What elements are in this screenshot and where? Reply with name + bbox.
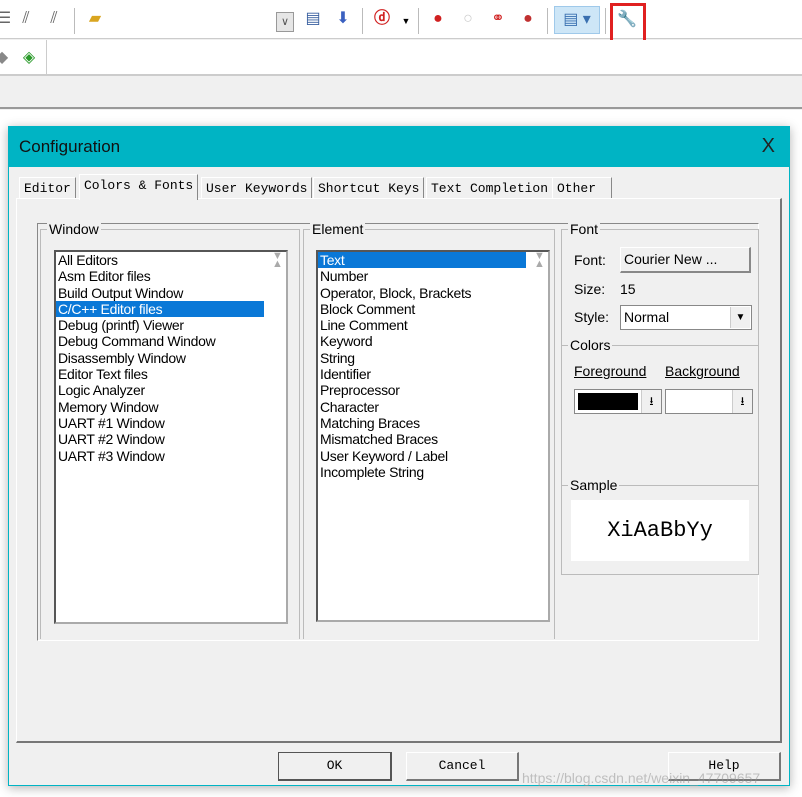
list-item[interactable]: UART #3 Window: [56, 448, 264, 464]
list-item[interactable]: Mismatched Braces: [318, 431, 526, 447]
window-list-scrollbar[interactable]: ▲ ▼: [269, 250, 286, 270]
background-color-picker[interactable]: ⭳: [665, 389, 753, 414]
style-select[interactable]: Normal ▼: [620, 305, 752, 330]
pack-installer-icon[interactable]: ◈: [19, 48, 39, 68]
size-value: 15: [620, 281, 636, 297]
list-item[interactable]: C/C++ Editor files: [56, 300, 264, 318]
list-item[interactable]: User Keyword / Label: [318, 448, 526, 464]
tab-user-keywords[interactable]: User Keywords: [201, 177, 313, 199]
list-item[interactable]: UART #2 Window: [56, 431, 264, 447]
foreground-label: Foreground: [574, 363, 647, 379]
dialog-title-bar: Configuration X: [9, 127, 789, 167]
tab-editor[interactable]: Editor: [19, 177, 76, 199]
watermark: https://blog.csdn.net/weixin_47709657: [522, 770, 761, 786]
element-list[interactable]: ▲ ▼ Text Number Operator, Block, Brackets Bl…: [316, 250, 550, 622]
dropdown-arrow-icon[interactable]: ⭳: [641, 390, 661, 413]
sample-group-label: Sample: [568, 477, 620, 493]
list-item[interactable]: Incomplete String: [318, 464, 526, 480]
breakpoint-icon[interactable]: ●: [428, 9, 448, 29]
list-item[interactable]: Number: [318, 268, 526, 284]
dropdown-icon[interactable]: ∨: [276, 12, 294, 32]
editor-tab-strip: [0, 77, 802, 109]
style-label: Style:: [574, 309, 610, 325]
chevron-down-icon[interactable]: ▼: [730, 307, 750, 328]
list-item[interactable]: Keyword: [318, 333, 526, 349]
find-icon[interactable]: ⬇: [333, 9, 353, 29]
cancel-button[interactable]: Cancel: [406, 752, 519, 781]
manage-components-icon[interactable]: ◆: [0, 48, 12, 68]
list-item[interactable]: Disassembly Window: [56, 350, 264, 366]
list-item[interactable]: Asm Editor files: [56, 268, 264, 284]
ok-button[interactable]: OK: [278, 752, 392, 781]
dialog-title: Configuration: [19, 137, 121, 156]
background-swatch: [669, 393, 729, 410]
tab-text-completion[interactable]: Text Completion: [426, 177, 554, 199]
element-group-label: Element: [310, 221, 366, 237]
element-list-scrollbar[interactable]: ▲ ▼: [531, 250, 548, 270]
dropdown-arrow-icon[interactable]: ⭳: [732, 390, 752, 413]
disable-breakpoint-icon[interactable]: ○: [458, 9, 478, 29]
foreground-swatch: [578, 393, 638, 410]
list-item[interactable]: Matching Braces: [318, 415, 526, 431]
font-label: Font:: [574, 252, 606, 268]
secondary-toolbar: ◆ ◈: [0, 40, 802, 76]
list-item[interactable]: All Editors: [56, 252, 264, 268]
comment-icon[interactable]: ⫽: [44, 9, 64, 29]
font-button[interactable]: Courier New ...: [620, 247, 751, 273]
font-group-label: Font: [568, 221, 601, 237]
main-toolbar: ☰ ⫽ ⫽ ▰ ∨ ▤ ⬇ ⓓ ▼ ● ○ ⚭ ● ▤ ▾ 🔧: [0, 0, 802, 39]
list-item[interactable]: Block Comment: [318, 301, 526, 317]
window-list[interactable]: ▲ ▼ All Editors Asm Editor files Build Outp…: [54, 250, 288, 624]
find-in-files-icon[interactable]: ▤: [303, 9, 323, 29]
close-button[interactable]: X: [762, 135, 775, 158]
list-item[interactable]: Logic Analyzer: [56, 382, 264, 398]
tab-colors-fonts[interactable]: Colors & Fonts: [79, 174, 199, 200]
list-item[interactable]: Identifier: [318, 366, 526, 382]
kill-breakpoints-icon[interactable]: ●: [518, 9, 538, 29]
window-group-label: Window: [47, 221, 101, 237]
size-label: Size:: [574, 281, 606, 297]
tab-shortcut-keys[interactable]: Shortcut Keys: [313, 177, 425, 199]
debug-icon[interactable]: ⓓ: [372, 9, 392, 29]
enable-breakpoints-icon[interactable]: ⚭: [488, 9, 508, 29]
sample-preview: XiAaBbYy: [571, 500, 749, 561]
unindent-icon[interactable]: ⫽: [16, 9, 36, 29]
tab-other[interactable]: Other: [552, 177, 612, 199]
configuration-dialog: Configuration X Editor Colors & Fonts Us…: [8, 126, 790, 786]
indent-icon[interactable]: ☰: [0, 9, 14, 29]
list-item[interactable]: Operator, Block, Brackets: [318, 285, 526, 301]
list-item[interactable]: Debug (printf) Viewer: [56, 317, 264, 333]
list-item[interactable]: String: [318, 350, 526, 366]
open-folder-icon[interactable]: ▰: [85, 9, 105, 29]
style-value: Normal: [624, 309, 670, 325]
list-item[interactable]: Build Output Window: [56, 285, 264, 301]
colors-group-label: Colors: [568, 337, 613, 353]
foreground-color-picker[interactable]: ⭳: [574, 389, 662, 414]
list-item[interactable]: Debug Command Window: [56, 333, 264, 349]
window-layout-icon[interactable]: ▤ ▾: [554, 6, 600, 34]
background-label: Background: [665, 363, 740, 379]
debug-dropdown-icon[interactable]: ▼: [396, 11, 416, 31]
list-item[interactable]: Memory Window: [56, 399, 264, 415]
list-item[interactable]: UART #1 Window: [56, 415, 264, 431]
list-item[interactable]: Editor Text files: [56, 366, 264, 382]
list-item[interactable]: Character: [318, 399, 526, 415]
list-item[interactable]: Line Comment: [318, 317, 526, 333]
list-item[interactable]: Text: [318, 252, 526, 269]
list-item[interactable]: Preprocessor: [318, 382, 526, 398]
